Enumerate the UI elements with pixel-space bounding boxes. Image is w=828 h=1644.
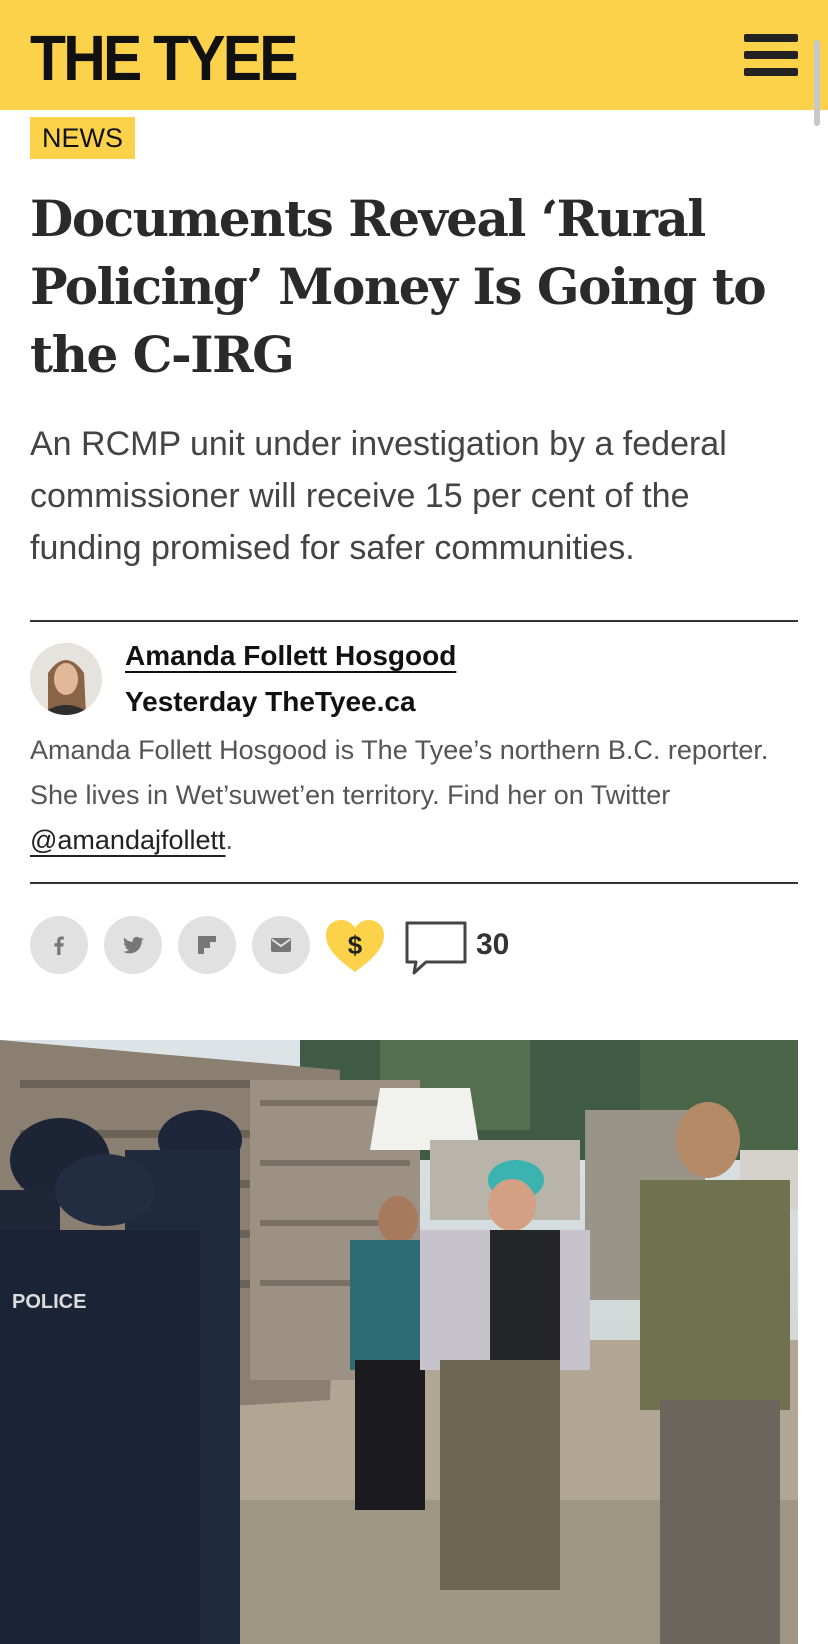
- email-share-button[interactable]: [252, 916, 310, 974]
- flipboard-icon: [198, 936, 216, 954]
- author-bio: Amanda Follett Hosgood is The Tyee’s nor…: [30, 728, 800, 863]
- site-header: THE TYEE: [0, 0, 828, 110]
- twitter-handle-link[interactable]: @amandajfollett: [30, 825, 226, 855]
- twitter-share-button[interactable]: [104, 916, 162, 974]
- support-dollar-symbol: $: [348, 930, 363, 960]
- site-logo[interactable]: THE TYEE: [30, 26, 299, 90]
- email-icon: [271, 938, 291, 952]
- divider: [30, 620, 798, 622]
- publish-date: Yesterday: [125, 686, 258, 717]
- police-vest-label: POLICE: [12, 1291, 86, 1313]
- article-meta: Yesterday TheTyee.ca: [125, 686, 416, 718]
- article-title: Documents Reveal ‘Rural Policing’ Money …: [30, 189, 767, 384]
- comment-icon: [405, 921, 467, 975]
- divider: [30, 882, 798, 884]
- article-photo: POLICE: [0, 1040, 798, 1644]
- facebook-icon: [54, 936, 64, 955]
- facebook-share-button[interactable]: [30, 916, 88, 974]
- bio-end: .: [225, 825, 234, 855]
- bio-text: Amanda Follett Hosgood is The Tyee’s nor…: [30, 735, 769, 810]
- support-heart-icon: $: [326, 920, 384, 972]
- comment-count[interactable]: 30: [476, 928, 509, 962]
- author-name-link[interactable]: Amanda Follett Hosgood: [125, 640, 456, 672]
- article-dek: An RCMP unit under investigation by a fe…: [30, 425, 727, 567]
- section-tag[interactable]: NEWS: [30, 117, 135, 159]
- scrollbar[interactable]: [814, 40, 820, 126]
- author-avatar[interactable]: [30, 643, 102, 715]
- source-site: TheTyee.ca: [265, 686, 416, 717]
- twitter-icon: [122, 936, 144, 954]
- comments-button[interactable]: [404, 920, 468, 976]
- flipboard-share-button[interactable]: [178, 916, 236, 974]
- hamburger-menu-icon[interactable]: [744, 34, 798, 80]
- support-button[interactable]: $: [324, 918, 386, 974]
